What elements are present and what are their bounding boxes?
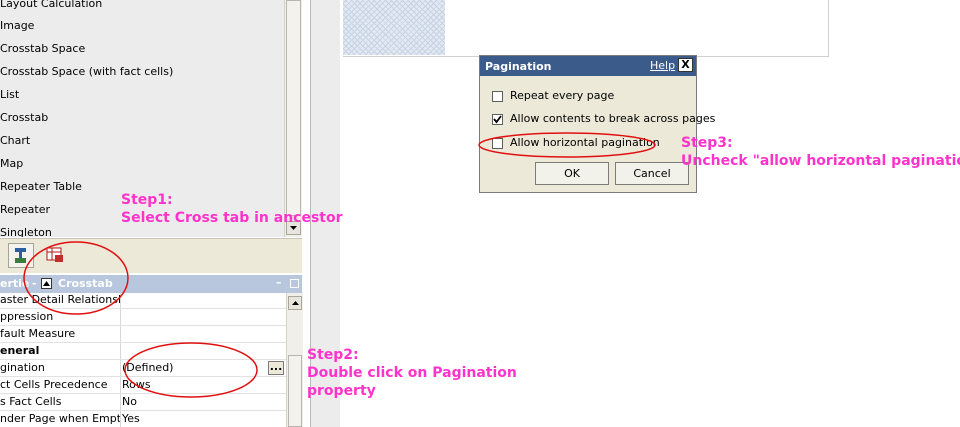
step2-text: Double click on Pagination: [307, 365, 517, 381]
step3-annotation: Step3: Uncheck "allow horizontal paginat…: [681, 134, 960, 170]
step2-annotation: Step2: Double click on Pagination proper…: [307, 346, 517, 400]
step2-text-cont: property: [307, 383, 376, 399]
step1-annotation: Step1: Select Cross tab in ancestor: [121, 191, 343, 227]
step1-highlight-ellipse: [23, 241, 129, 315]
step3-highlight-ellipse: [478, 132, 656, 158]
step2-title: Step2:: [307, 347, 359, 363]
step3-text: Uncheck "allow horizontal pagination": [681, 153, 960, 169]
step3-title: Step3:: [681, 135, 733, 151]
step2-highlight-ellipse: [124, 342, 258, 398]
step1-text: Select Cross tab in ancestor: [121, 210, 343, 226]
step1-title: Step1:: [121, 192, 173, 208]
